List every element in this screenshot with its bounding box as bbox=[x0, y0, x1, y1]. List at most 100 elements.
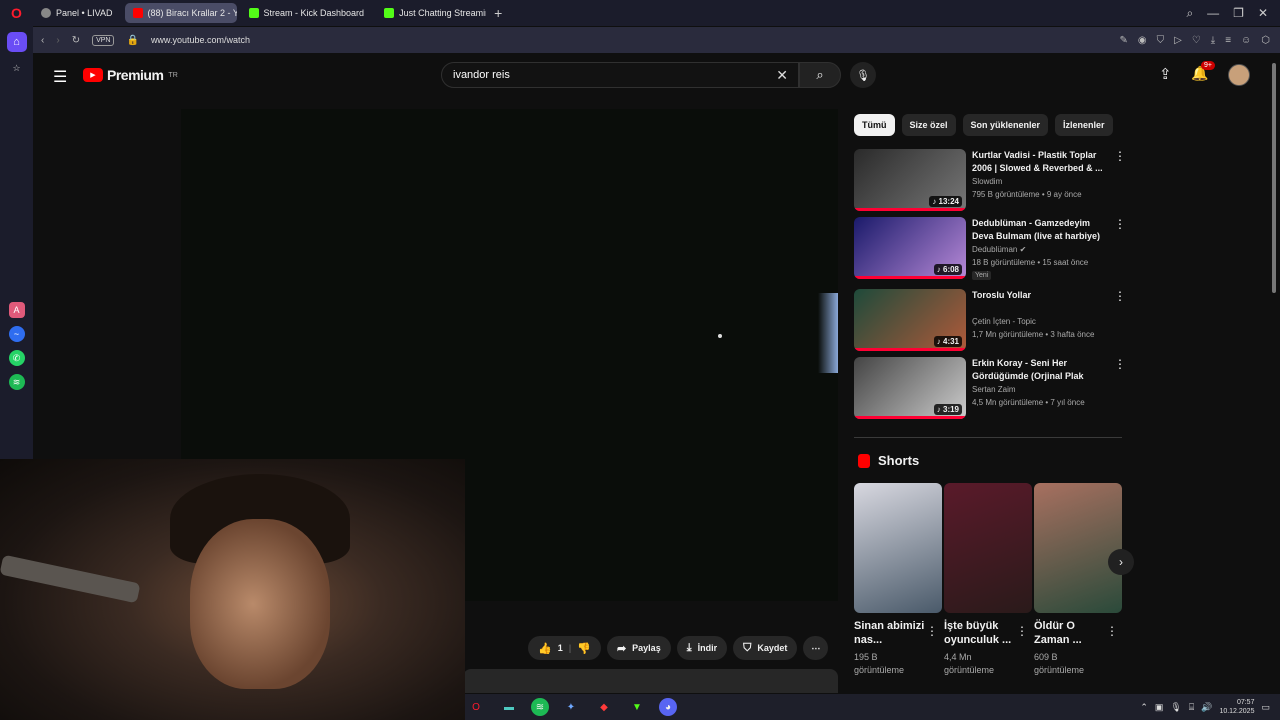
tab-just-chatting[interactable]: Just Chatting Streaming - bbox=[376, 3, 486, 23]
discord-taskbar-icon[interactable]: ◕ bbox=[659, 698, 677, 716]
shield-icon[interactable]: ⛉ bbox=[1157, 35, 1165, 46]
youtube-premium-logo[interactable]: ▶ Premium TR bbox=[83, 67, 178, 83]
channel-name[interactable]: Dedublüman ✔ bbox=[972, 245, 1026, 254]
video-thumbnail[interactable]: ♪ 6:08 bbox=[854, 217, 966, 279]
shorts-next-button[interactable]: › bbox=[1108, 549, 1134, 575]
green-app-taskbar-icon[interactable]: ▼ bbox=[626, 698, 648, 716]
more-options-icon[interactable]: ⋮ bbox=[1114, 289, 1126, 303]
notifications-icon[interactable]: ▭ bbox=[1261, 702, 1270, 713]
vpn-badge[interactable]: VPN bbox=[92, 34, 115, 46]
microphone-tray-icon[interactable]: 🎙 bbox=[1170, 702, 1181, 713]
description-box[interactable] bbox=[463, 669, 838, 693]
chip-recent[interactable]: Son yüklenenler bbox=[962, 114, 1049, 136]
clear-search-icon[interactable]: ✕ bbox=[776, 67, 788, 84]
notifications-bell-icon[interactable]: 🔔 9+ bbox=[1191, 61, 1215, 82]
minimize-button[interactable]: — bbox=[1207, 6, 1219, 20]
messenger-icon[interactable]: ~ bbox=[8, 326, 25, 342]
page-scrollbar[interactable] bbox=[1268, 53, 1280, 693]
play-icon[interactable]: ▷ bbox=[1174, 35, 1182, 46]
short-title[interactable]: İşte büyük oyunculuk ... bbox=[944, 619, 1016, 647]
short-title[interactable]: Öldür O Zaman ... bbox=[1034, 619, 1106, 647]
short-thumbnail[interactable] bbox=[1034, 483, 1122, 613]
save-button[interactable]: ⛉ Kaydet bbox=[733, 636, 798, 660]
more-options-icon[interactable]: ⋮ bbox=[1114, 149, 1126, 163]
chip-for-you[interactable]: Size özel bbox=[901, 114, 956, 136]
search-input[interactable]: ivandor reis ✕ bbox=[441, 62, 799, 88]
video-title[interactable]: Erkin Koray - Seni Her Gördüğümde (Orjin… bbox=[972, 357, 1107, 383]
chip-all[interactable]: Tümü bbox=[854, 114, 895, 136]
search-tabs-icon[interactable]: ⌕ bbox=[1186, 6, 1193, 21]
network-icon[interactable]: ⌸ bbox=[1189, 702, 1194, 713]
recommendation-item[interactable]: ♪ 4:31 Toroslu Yollar Çetin İçten - Topic 1… bbox=[854, 289, 1144, 351]
download-icon[interactable]: ⤓ bbox=[1211, 35, 1215, 46]
video-title[interactable]: Kurtlar Vadisi - Plastik Toplar 2006 | S… bbox=[972, 149, 1107, 175]
more-options-icon[interactable]: ⋮ bbox=[1016, 624, 1028, 638]
red-app-taskbar-icon[interactable]: ◆ bbox=[593, 698, 615, 716]
short-thumbnail[interactable] bbox=[854, 483, 942, 613]
close-window-button[interactable]: ✕ bbox=[1258, 6, 1268, 20]
upload-icon[interactable]: ⇪ bbox=[1159, 65, 1172, 83]
spotify-taskbar-icon[interactable]: ≋ bbox=[531, 698, 549, 716]
whatsapp-icon[interactable]: ✆ bbox=[8, 350, 25, 366]
profile-icon[interactable]: ☺ bbox=[1241, 35, 1251, 46]
short-thumbnail[interactable] bbox=[944, 483, 1032, 613]
recommendation-item[interactable]: ♪ 6:08 Dedublüman - Gamzedeyim Deva Bulma… bbox=[854, 217, 1144, 280]
home-icon[interactable]: ⌂ bbox=[6, 32, 27, 52]
video-thumbnail[interactable]: ♪ 4:31 bbox=[854, 289, 966, 351]
chevron-up-icon[interactable]: ⌃ bbox=[1140, 702, 1148, 713]
maximize-button[interactable]: ❐ bbox=[1233, 6, 1244, 20]
hamburger-menu-icon[interactable]: ☰ bbox=[53, 67, 67, 87]
more-options-icon[interactable]: ⋮ bbox=[1106, 624, 1118, 638]
url-field[interactable]: www.youtube.com/watch bbox=[151, 35, 250, 45]
voice-search-button[interactable]: 🎙 bbox=[850, 62, 876, 88]
thumbs-down-icon[interactable]: 👎 bbox=[577, 642, 591, 655]
app-store-icon[interactable]: A bbox=[8, 302, 25, 318]
camera-icon[interactable]: ◉ bbox=[1138, 35, 1147, 46]
edit-icon[interactable]: ✎ bbox=[1119, 35, 1127, 46]
download-button[interactable]: ⤓ İndir bbox=[676, 636, 728, 660]
more-options-icon[interactable]: ⋮ bbox=[1114, 217, 1126, 231]
tab-panel[interactable]: Panel • LIVAD bbox=[33, 3, 121, 23]
short-title[interactable]: Sinan abimizi nas... bbox=[854, 619, 926, 647]
tray-app-icon[interactable]: ▣ bbox=[1155, 702, 1164, 713]
channel-name[interactable]: Slowdim bbox=[972, 177, 1002, 186]
extensions-icon[interactable]: ⬡ bbox=[1261, 35, 1270, 46]
more-actions-button[interactable]: ⋯ bbox=[803, 636, 829, 660]
video-title[interactable]: Dedublüman - Gamzedeyim Deva Bulmam (liv… bbox=[972, 217, 1107, 243]
recommendation-item[interactable]: ♪ 13:24 Kurtlar Vadisi - Plastik Toplar 2… bbox=[854, 149, 1144, 211]
volume-icon[interactable]: 🔊 bbox=[1201, 702, 1212, 713]
tab-kick-dashboard[interactable]: Stream - Kick Dashboard bbox=[241, 3, 373, 23]
back-icon[interactable]: ‹ bbox=[41, 35, 44, 46]
new-tab-button[interactable]: + bbox=[494, 5, 502, 21]
reload-icon[interactable]: ↻ bbox=[72, 35, 80, 46]
settings-taskbar-icon[interactable]: ✦ bbox=[560, 698, 582, 716]
channel-name[interactable]: Çetin İçten - Topic bbox=[972, 317, 1036, 326]
short-item[interactable]: Sinan abimizi nas... 195 B görüntüleme ⋮ bbox=[854, 483, 942, 677]
opera-taskbar-icon[interactable]: O bbox=[465, 698, 487, 716]
terminal-taskbar-icon[interactable]: ▬ bbox=[498, 698, 520, 716]
share-button[interactable]: ➦ Paylaş bbox=[606, 636, 671, 660]
avatar[interactable] bbox=[1228, 64, 1250, 86]
heart-icon[interactable]: ♡ bbox=[1192, 35, 1201, 46]
short-item[interactable]: İşte büyük oyunculuk ... 4,4 Mn görüntüle… bbox=[944, 483, 1032, 677]
scrollbar-thumb[interactable] bbox=[1272, 63, 1276, 293]
tab-youtube[interactable]: (88) Biracı Krallar 2 - YouT bbox=[124, 3, 237, 23]
short-item[interactable]: Öldür O Zaman ... 609 B görüntüleme ⋮ bbox=[1034, 483, 1122, 677]
star-icon[interactable]: ☆ bbox=[9, 60, 25, 76]
chip-watched[interactable]: İzlenenler bbox=[1055, 114, 1113, 136]
forward-icon[interactable]: › bbox=[56, 35, 59, 46]
like-button[interactable]: 👍 1 | 👎 bbox=[528, 636, 601, 660]
video-title[interactable]: Toroslu Yollar bbox=[972, 289, 1107, 302]
channel-name[interactable]: Sertan Zaim bbox=[972, 385, 1016, 394]
download-label: İndir bbox=[697, 643, 718, 653]
recommendation-item[interactable]: ♪ 3:19 Erkin Koray - Seni Her Gördüğümde … bbox=[854, 357, 1144, 419]
menu-icon[interactable]: ≡ bbox=[1225, 35, 1231, 46]
more-options-icon[interactable]: ⋮ bbox=[1114, 357, 1126, 371]
video-thumbnail[interactable]: ♪ 3:19 bbox=[854, 357, 966, 419]
opera-logo-icon[interactable]: O bbox=[0, 0, 33, 26]
search-button[interactable]: ⌕ bbox=[799, 62, 841, 88]
clock[interactable]: 07:57 10.12.2025 bbox=[1219, 698, 1254, 716]
spotify-icon[interactable]: ≋ bbox=[8, 374, 25, 390]
more-options-icon[interactable]: ⋮ bbox=[926, 624, 938, 638]
video-thumbnail[interactable]: ♪ 13:24 bbox=[854, 149, 966, 211]
